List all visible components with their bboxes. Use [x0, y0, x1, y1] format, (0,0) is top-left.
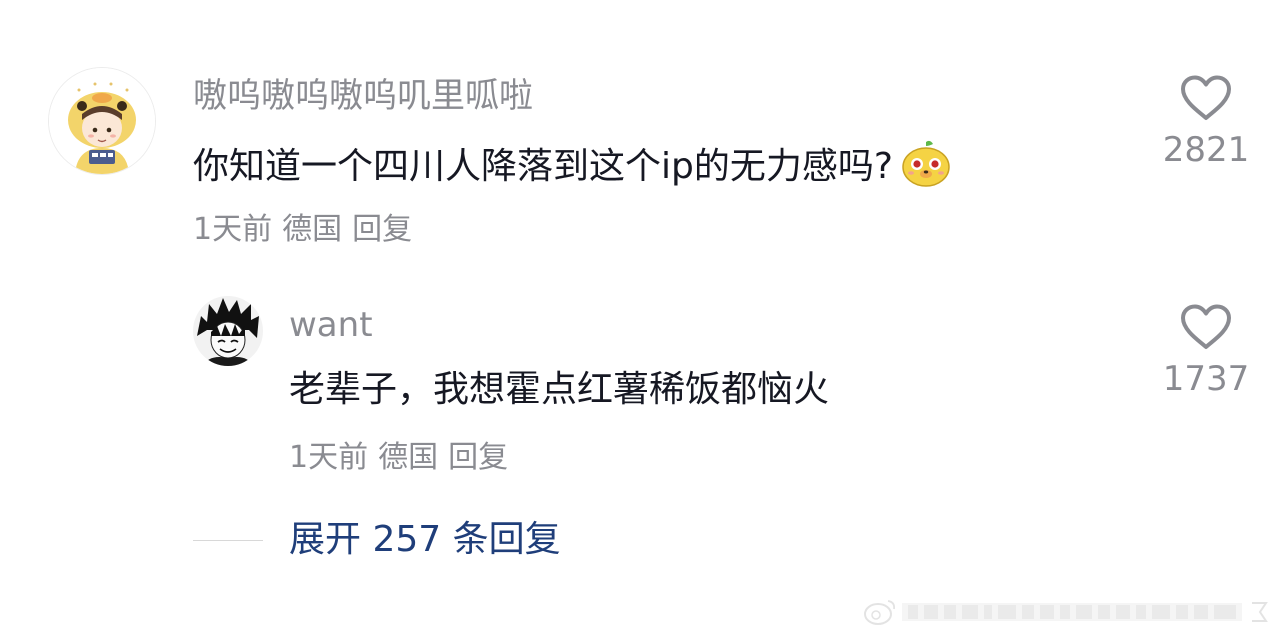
reply-location: 德国: [378, 440, 439, 475]
comment-location: 德国: [282, 212, 343, 247]
comment-meta: 1天前 德国 回复: [193, 212, 422, 248]
commenter-username[interactable]: 嗷呜嗷呜嗷呜叽里呱啦: [193, 76, 533, 116]
comment-like-count: 2821: [1162, 130, 1250, 170]
reply-reply-button[interactable]: 回复: [448, 440, 508, 475]
expand-replies-button[interactable]: 展开 257 条回复: [289, 518, 561, 562]
expand-divider: [193, 540, 263, 541]
replier-avatar[interactable]: [193, 296, 263, 366]
comment-text: 你知道一个四川人降落到这个ip的无力感吗?: [193, 146, 893, 187]
reply-like: 1737: [1151, 303, 1261, 399]
replier-username[interactable]: want: [289, 305, 373, 345]
heart-outline-icon[interactable]: [1179, 74, 1233, 122]
reply-time: 1天前: [289, 440, 369, 475]
commenter-avatar[interactable]: [49, 68, 155, 174]
comment-like: 2821: [1151, 74, 1261, 170]
reply-meta: 1天前 德国 回复: [289, 440, 518, 476]
comment-time: 1天前: [193, 212, 273, 247]
comment-reply-button[interactable]: 回复: [352, 212, 412, 247]
heart-outline-icon[interactable]: [1179, 303, 1233, 351]
reply-like-count: 1737: [1162, 359, 1250, 399]
weibo-watermark-icon: [862, 595, 1272, 629]
reply-text: 老辈子，我想霍点红薯稀饭都恼火: [289, 369, 830, 410]
comment-body: 你知道一个四川人降落到这个ip的无力感吗?: [193, 140, 951, 189]
yellow-blob-sticker-icon: [901, 140, 951, 188]
